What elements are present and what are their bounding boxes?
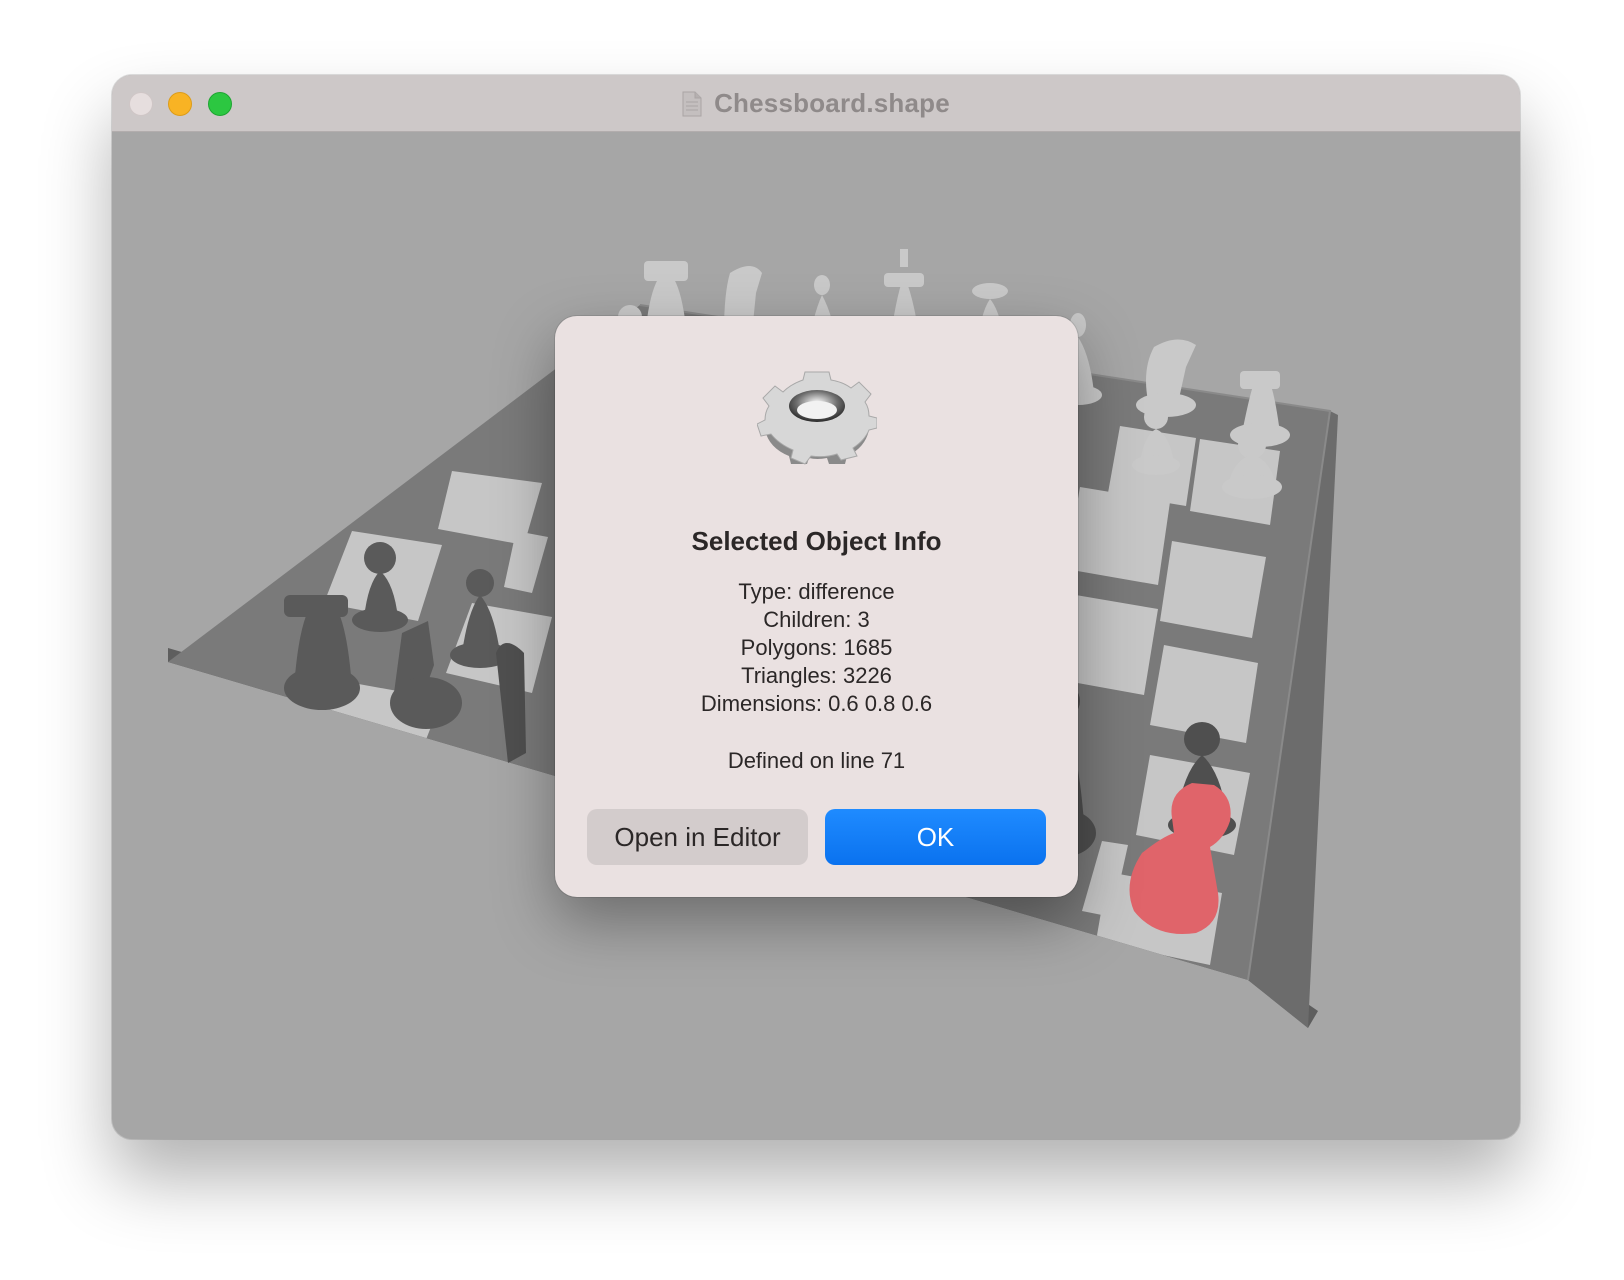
title-bar[interactable]: Chessboard.shape xyxy=(112,75,1520,132)
info-dimensions: Dimensions: 0.6 0.8 0.6 xyxy=(700,691,933,716)
window-title: Chessboard.shape xyxy=(714,88,950,118)
title-group: Chessboard.shape xyxy=(112,75,1520,132)
info-polygons: Polygons: 1685 xyxy=(740,635,893,660)
object-info-dialog: Selected Object Info Type: difference Ch… xyxy=(555,316,1078,897)
document-icon xyxy=(682,91,702,116)
open-in-editor-button[interactable]: Open in Editor xyxy=(587,809,808,865)
object-info-list: Type: difference Children: 3 Polygons: 1… xyxy=(555,578,1078,718)
ok-button[interactable]: OK xyxy=(825,809,1046,865)
info-type: Type: difference xyxy=(738,579,895,604)
info-triangles: Triangles: 3226 xyxy=(741,663,892,688)
defined-on-line: Defined on line 71 xyxy=(727,748,906,773)
info-children: Children: 3 xyxy=(763,607,870,632)
gear-icon xyxy=(757,371,877,465)
dialog-title: Selected Object Info xyxy=(691,526,942,556)
